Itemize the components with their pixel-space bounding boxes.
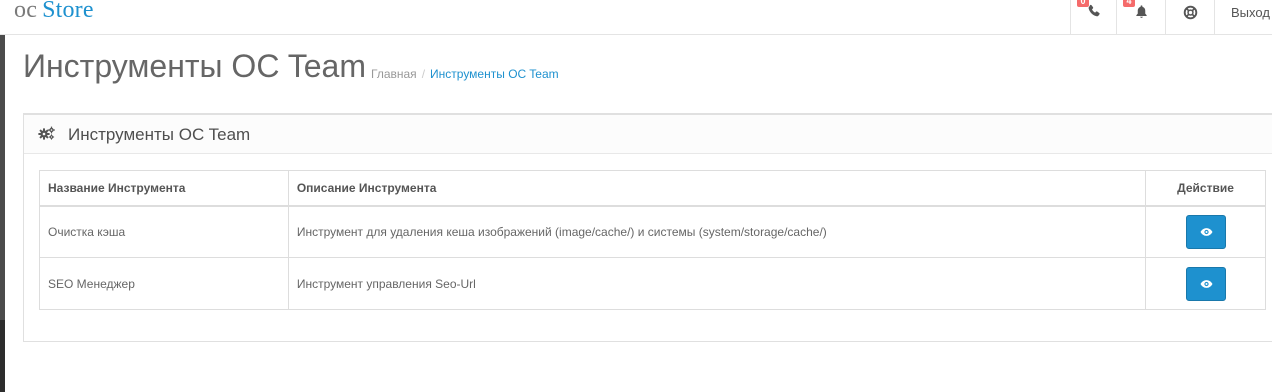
- breadcrumb-separator: /: [421, 67, 426, 81]
- logo-store-text: Store: [42, 0, 94, 23]
- logout-label: Выход: [1231, 5, 1270, 20]
- cogs-icon: [38, 126, 55, 140]
- tool-description-cell: Инструмент для удаления кеша изображений…: [287, 205, 1147, 258]
- tools-table: Название Инструмента Описание Инструмент…: [39, 170, 1266, 310]
- sidebar-edge-bottom: [0, 320, 5, 392]
- logo[interactable]: oc Store: [14, 0, 94, 24]
- tool-action-cell: [1145, 205, 1266, 258]
- tool-action-cell: [1145, 257, 1266, 310]
- life-ring-icon: [1183, 5, 1198, 20]
- top-header: oc Store 0 4 Выход: [0, 0, 1272, 35]
- eye-icon: [1200, 279, 1212, 288]
- breadcrumb-home-link[interactable]: Главная: [371, 67, 417, 81]
- table-header-row: Название Инструмента Описание Инструмент…: [39, 170, 1266, 207]
- column-header-action: Действие: [1145, 170, 1266, 207]
- breadcrumb-current-link[interactable]: Инструменты OC Team: [430, 67, 559, 81]
- tool-name-cell: Очистка кэша: [39, 205, 289, 258]
- page-title: Инструменты OC Team: [23, 48, 366, 84]
- phone-icon: [1088, 4, 1100, 17]
- tools-panel: Инструменты OC Team Название Инструмента…: [23, 113, 1272, 342]
- breadcrumb: Главная / Инструменты OC Team: [371, 67, 559, 81]
- bell-icon: [1136, 5, 1147, 18]
- notifications-nav-button[interactable]: 4: [1116, 0, 1165, 35]
- panel-title: Инструменты OC Team: [68, 125, 251, 144]
- logo-oc-text: oc: [14, 0, 38, 23]
- help-nav-button[interactable]: [1165, 0, 1214, 35]
- phone-nav-button[interactable]: 0: [1070, 0, 1116, 35]
- view-tool-button[interactable]: [1185, 214, 1226, 249]
- sidebar-collapsed-edge: [0, 35, 5, 392]
- tool-name-cell: SEO Менеджер: [39, 257, 289, 310]
- column-header-description: Описание Инструмента: [287, 170, 1147, 207]
- tool-description-cell: Инструмент управления Seo-Url: [287, 257, 1147, 310]
- column-header-name: Название Инструмента: [39, 170, 289, 207]
- table-row: Очистка кэша Инструмент для удаления кеш…: [39, 205, 1266, 258]
- eye-icon: [1200, 227, 1212, 236]
- panel-heading: Инструменты OC Team: [24, 115, 1272, 154]
- logout-nav-button[interactable]: Выход: [1214, 0, 1272, 35]
- view-tool-button[interactable]: [1185, 266, 1226, 301]
- table-row: SEO Менеджер Инструмент управления Seo-U…: [39, 257, 1266, 310]
